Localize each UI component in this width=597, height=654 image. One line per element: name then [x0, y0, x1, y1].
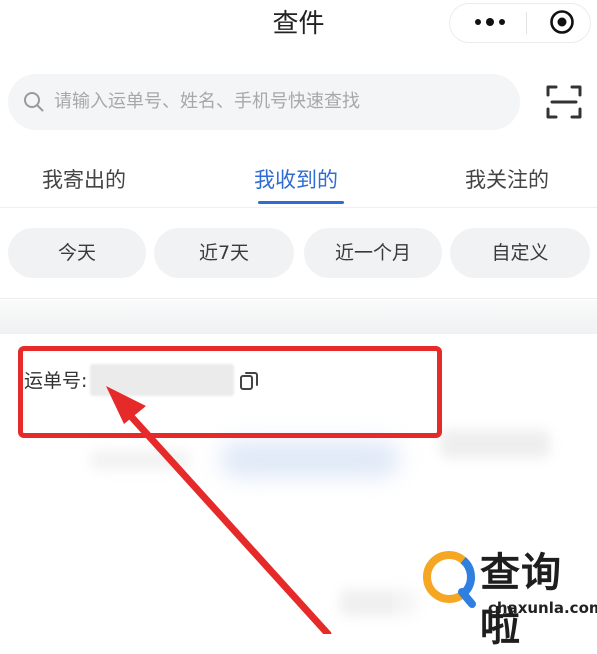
capsule-divider: [526, 12, 527, 34]
more-icon-dot: [475, 19, 481, 25]
close-button[interactable]: [542, 6, 582, 38]
watermark-name: 查询啦: [480, 550, 562, 650]
filter-custom[interactable]: 自定义: [450, 228, 590, 278]
active-tab-indicator: [258, 201, 344, 204]
more-button[interactable]: [466, 6, 514, 38]
filter-today[interactable]: 今天: [8, 228, 146, 278]
divider: [0, 298, 597, 299]
highlight-box: [18, 346, 442, 438]
more-icon-dot: [486, 18, 494, 26]
close-icon: [550, 10, 574, 34]
more-icon-dot: [499, 19, 505, 25]
divider: [0, 207, 597, 208]
blurred-content: [220, 442, 400, 476]
section-gap: [0, 300, 597, 334]
blurred-content: [440, 430, 550, 458]
scan-icon[interactable]: [544, 82, 584, 122]
tab-followed[interactable]: 我关注的: [465, 160, 549, 200]
filter-7-days[interactable]: 近7天: [154, 228, 294, 278]
tab-sent[interactable]: 我寄出的: [42, 160, 126, 200]
search-placeholder: 请输入运单号、姓名、手机号快速查找: [54, 91, 360, 112]
blurred-content: [90, 450, 190, 470]
watermark-logo-icon: [423, 551, 476, 608]
filter-month[interactable]: 近一个月: [304, 228, 442, 278]
watermark-url: chaxunla.com: [488, 599, 597, 617]
tab-received[interactable]: 我收到的: [254, 160, 338, 200]
search-icon: [24, 92, 44, 112]
